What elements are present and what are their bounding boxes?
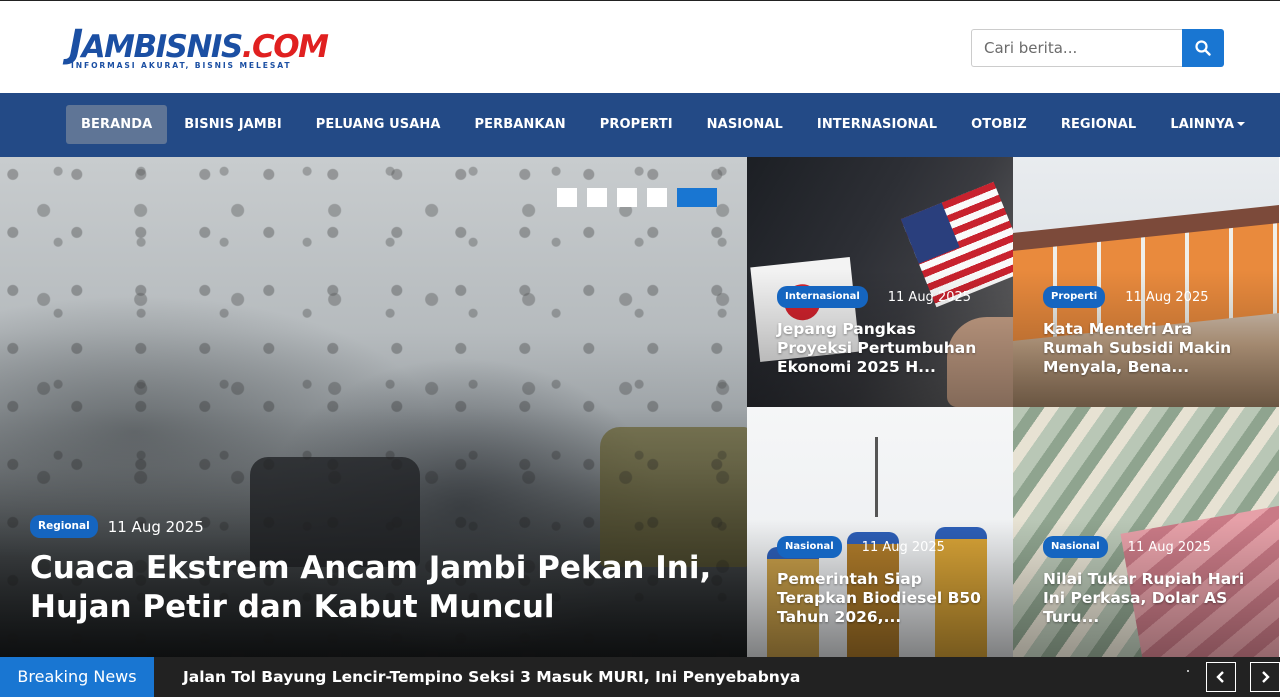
- hero-slide[interactable]: Regional 11 Aug 2025 Cuaca Ekstrem Ancam…: [0, 157, 747, 657]
- category-badge[interactable]: Regional: [30, 515, 98, 538]
- news-card[interactable]: Nasional 11 Aug 2025 Pemerintah Siap Ter…: [747, 407, 1013, 657]
- post-date: 11 Aug 2025: [107, 517, 204, 536]
- hero-meta: Regional 11 Aug 2025: [30, 515, 204, 538]
- card-title-link[interactable]: Pemerintah Siap Terapkan Biodiesel B50 T…: [777, 570, 992, 627]
- card-meta: Nasional 11 Aug 2025: [777, 536, 945, 558]
- category-badge[interactable]: Nasional: [1043, 536, 1108, 558]
- nav-item-regional[interactable]: REGIONAL: [1044, 105, 1153, 144]
- logo-tagline: INFORMASI AKURAT, BISNIS MELESAT: [71, 61, 292, 70]
- category-badge[interactable]: Internasional: [777, 286, 868, 308]
- nav-item-perbankan[interactable]: PERBANKAN: [458, 105, 583, 144]
- site-logo[interactable]: JAMBISNIS.COM INFORMASI AKURAT, BISNIS M…: [69, 21, 329, 71]
- search-button[interactable]: [1182, 29, 1224, 67]
- search-input[interactable]: [971, 29, 1182, 67]
- post-date: 11 Aug 2025: [861, 539, 945, 555]
- hero-title-link[interactable]: Cuaca Ekstrem Ancam Jambi Pekan Ini, Huj…: [30, 549, 730, 627]
- chevron-right-icon: [1262, 671, 1270, 683]
- post-date: 11 Aug 2025: [1127, 539, 1211, 555]
- nav-item-otobiz[interactable]: OTOBIZ: [954, 105, 1044, 144]
- search-icon: [1195, 40, 1211, 56]
- nav-item-beranda[interactable]: BERANDA: [66, 105, 168, 144]
- post-date: 11 Aug 2025: [887, 289, 972, 305]
- nav-item-nasional[interactable]: NASIONAL: [690, 105, 800, 144]
- site-header: JAMBISNIS.COM INFORMASI AKURAT, BISNIS M…: [0, 0, 1280, 93]
- breaking-news-headline[interactable]: Jalan Tol Bayung Lencir-Tempino Seksi 3 …: [183, 657, 800, 697]
- ticker-prev-button[interactable]: [1206, 662, 1236, 692]
- ticker-next-button[interactable]: [1250, 662, 1280, 692]
- slider-dot[interactable]: [617, 188, 637, 207]
- nav-item-peluang-usaha[interactable]: PELUANG USAHA: [299, 105, 458, 144]
- nav-item-lainnya-dropdown[interactable]: LAINNYA: [1153, 105, 1262, 144]
- news-card[interactable]: Internasional 11 Aug 2025 Jepang Pangkas…: [747, 157, 1013, 407]
- slider-dot[interactable]: [647, 188, 667, 207]
- category-badge[interactable]: Nasional: [777, 536, 842, 558]
- slider-dot-active[interactable]: [677, 188, 717, 207]
- card-meta: Internasional 11 Aug 2025: [777, 286, 971, 308]
- news-card[interactable]: Nasional 11 Aug 2025 Nilai Tukar Rupiah …: [1013, 407, 1279, 657]
- card-meta: Properti 11 Aug 2025: [1043, 286, 1209, 308]
- nav-item-bisnis-jambi[interactable]: BISNIS JAMBI: [167, 105, 299, 144]
- caret-down-icon: [1237, 121, 1246, 126]
- ticker-separator: [1187, 670, 1189, 672]
- card-meta: Nasional 11 Aug 2025: [1043, 536, 1211, 558]
- card-title-link[interactable]: Kata Menteri Ara Rumah Subsidi Makin Men…: [1043, 320, 1258, 377]
- card-title-link[interactable]: Nilai Tukar Rupiah Hari Ini Perkasa, Dol…: [1043, 570, 1258, 627]
- breaking-news-bar: Breaking News Jalan Tol Bayung Lencir-Te…: [0, 657, 1280, 697]
- slider-dot[interactable]: [557, 188, 577, 207]
- card-title-link[interactable]: Jepang Pangkas Proyeksi Pertumbuhan Ekon…: [777, 320, 992, 377]
- news-card[interactable]: Properti 11 Aug 2025 Kata Menteri Ara Ru…: [1013, 157, 1279, 407]
- category-badge[interactable]: Properti: [1043, 286, 1106, 308]
- slider-dot[interactable]: [587, 188, 607, 207]
- breaking-news-label: Breaking News: [0, 657, 154, 697]
- slider-indicators: [557, 188, 717, 207]
- chevron-left-icon: [1216, 671, 1224, 683]
- main-nav: BERANDA BISNIS JAMBI PELUANG USAHA PERBA…: [0, 93, 1280, 157]
- nav-item-lainnya-label: LAINNYA: [1170, 117, 1235, 132]
- nav-item-internasional[interactable]: INTERNASIONAL: [800, 105, 954, 144]
- nav-item-properti[interactable]: PROPERTI: [583, 105, 690, 144]
- search-form: [971, 29, 1224, 67]
- post-date: 11 Aug 2025: [1125, 289, 1209, 305]
